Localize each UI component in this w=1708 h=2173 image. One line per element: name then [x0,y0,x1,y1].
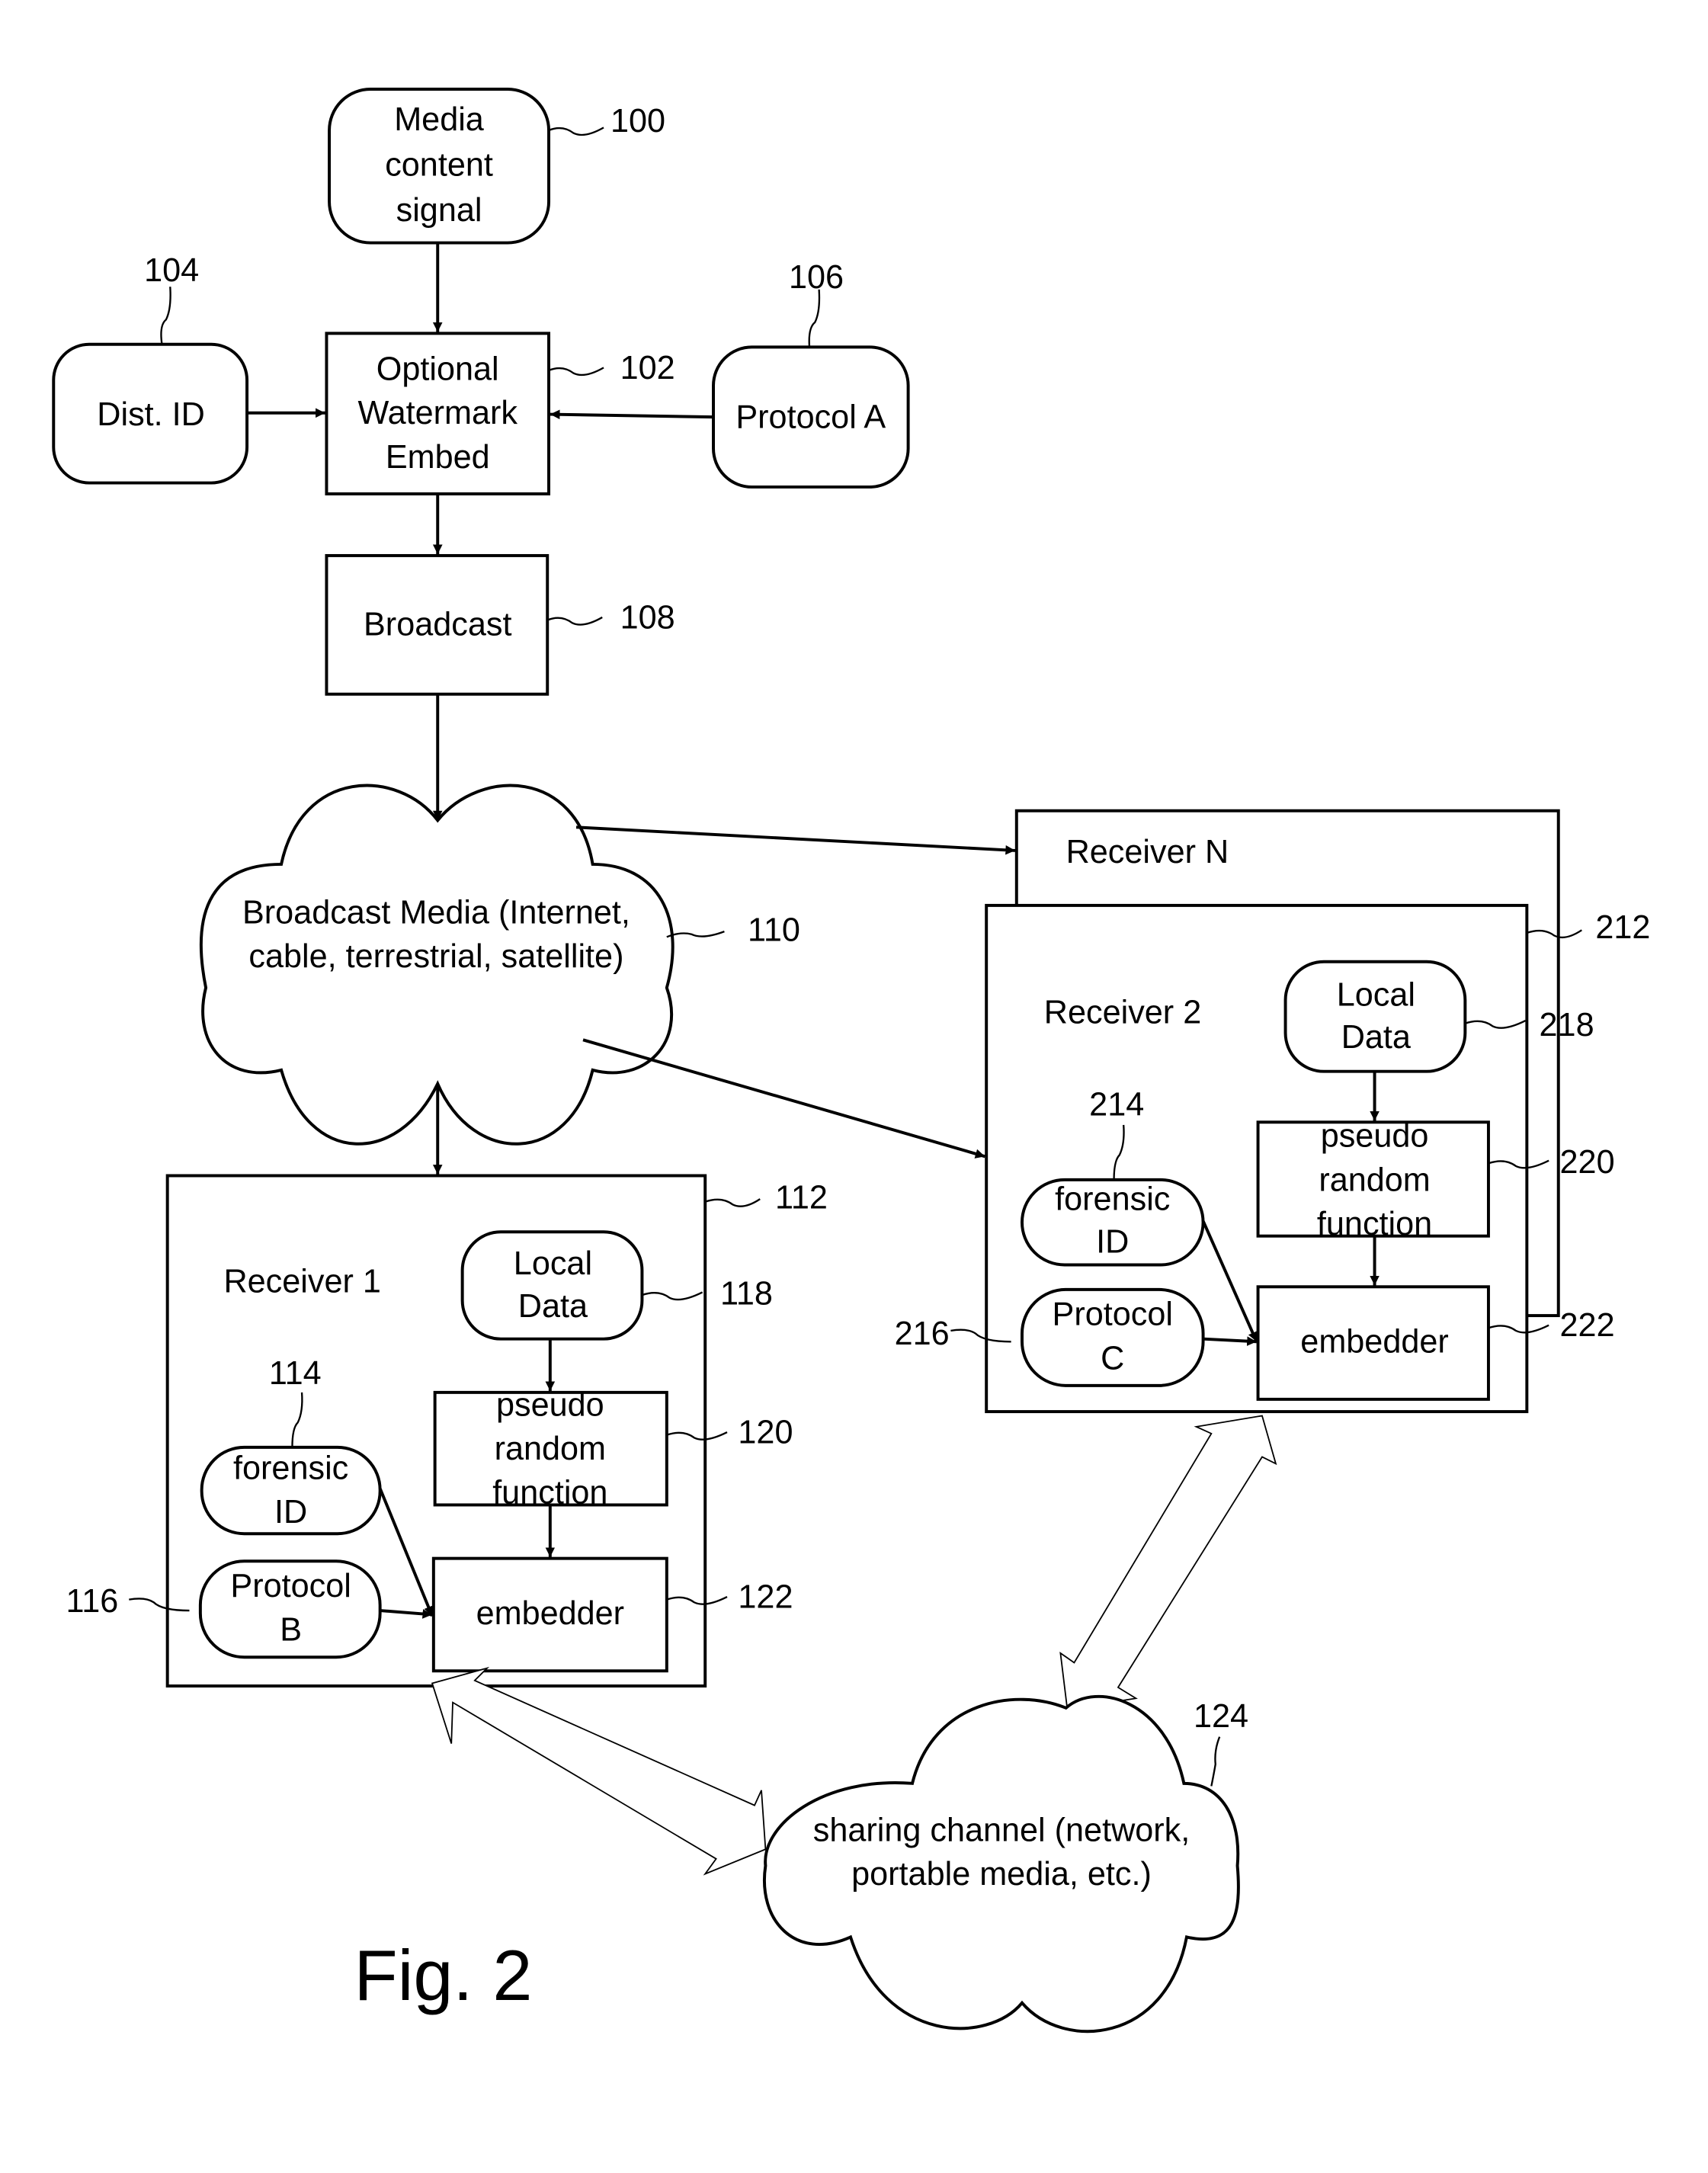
patent-figure: Media content signal 100 Optional Waterm… [52,88,1650,2034]
ref-numeral: 100 [610,103,665,139]
figure-caption: Fig. 2 [354,1935,532,2015]
ref-numeral: 116 [66,1583,118,1620]
media-content-signal-node: Media content signal 100 [328,88,665,245]
ref-numeral: 110 [748,912,800,949]
node-label: embedder [476,1595,624,1632]
node-label: Embed [386,439,490,476]
ref-numeral: 218 [1540,1007,1594,1043]
leader-line [808,289,821,348]
node-label: Local [1337,976,1415,1013]
embedder-node: embedder 122 [431,1556,793,1673]
broadcast-node: Broadcast 108 [325,553,675,696]
ref-numeral: 118 [720,1276,773,1312]
node-label: ID [274,1494,307,1530]
protocol-node: Protocol B 116 [66,1559,382,1659]
ref-numeral: 220 [1560,1144,1615,1181]
node-label: random [495,1431,606,1467]
ref-numeral: 120 [738,1414,793,1450]
leader-line [548,127,604,136]
node-label: sharing channel (network, [813,1812,1190,1848]
ref-numeral: 106 [789,259,844,296]
prf-node: pseudo random function 220 [1256,1118,1615,1242]
watermark-embed-node: Optional Watermark Embed 102 [325,332,675,495]
node-label: cable, terrestrial, satellite) [248,938,623,975]
local-data-node: Local Data 118 [460,1230,773,1341]
protocol-node: Protocol C 216 [895,1287,1205,1387]
ref-numeral: 216 [895,1316,950,1352]
node-label: Data [1341,1019,1412,1056]
node-label: portable media, etc.) [851,1856,1152,1893]
receiver-title: Receiver N [1066,834,1229,870]
node-label: pseudo [496,1386,604,1423]
node-label: forensic [233,1450,348,1486]
node-label: Protocol [230,1568,351,1604]
node-label: Local [514,1245,592,1282]
leader-line [704,1198,761,1207]
node-label: embedder [1300,1324,1448,1361]
node-label: Data [518,1288,588,1325]
arrow [582,1038,985,1159]
ref-numeral: 124 [1194,1698,1248,1735]
receiver-title: Receiver 1 [223,1263,380,1300]
dist-id-node: Dist. ID 104 [52,252,249,485]
ref-numeral: 104 [144,252,199,289]
ref-numeral: 114 [269,1355,322,1392]
node-label: B [280,1612,302,1649]
ref-numeral: 122 [738,1578,793,1615]
ref-numeral: 212 [1595,909,1650,946]
node-label: ID [1096,1223,1129,1260]
node-label: pseudo [1321,1118,1429,1155]
node-label: content [385,146,493,183]
protocol-a-node: Protocol A 106 [712,259,910,489]
prf-node: pseudo random function 120 [433,1386,793,1511]
receiver-title: Receiver 2 [1044,995,1201,1031]
ref-numeral: 108 [620,599,675,636]
node-label: Broadcast Media (Internet, [242,894,630,931]
ref-numeral: 102 [620,350,675,386]
leader-line [160,287,171,345]
receiver-1: Receiver 1 112 Local Data 118 pseudo ran… [66,1174,828,1688]
ref-numeral: 214 [1089,1086,1144,1123]
sharing-channel-cloud: sharing channel (network, portable media… [763,1694,1248,2034]
broadcast-media-cloud: Broadcast Media (Internet, cable, terres… [199,784,800,1146]
node-label: Protocol [1053,1296,1173,1333]
node-label: Optional [377,351,499,388]
leader-line [548,367,604,377]
embedder-node: embedder 222 [1256,1285,1615,1401]
node-label: Media [394,101,485,138]
node-label: signal [396,192,482,229]
ref-numeral: 222 [1560,1307,1615,1344]
leader-line [1210,1736,1221,1787]
bidirectional-arrow-receiver2-sharing [1059,1415,1277,1710]
ref-numeral: 112 [775,1180,828,1216]
node-label: Dist. ID [97,396,205,433]
node-label: Broadcast [364,606,511,643]
leader-line [546,616,603,626]
node-label: forensic [1055,1181,1170,1217]
arrow [575,825,1016,855]
node-label: random [1319,1162,1430,1198]
node-label: Protocol A [735,399,886,436]
bidirectional-arrow-receiver1-sharing [431,1666,767,1876]
arrow [550,409,714,420]
node-label: Watermark [357,395,518,431]
node-label: C [1101,1340,1124,1377]
leader-line [666,931,725,938]
